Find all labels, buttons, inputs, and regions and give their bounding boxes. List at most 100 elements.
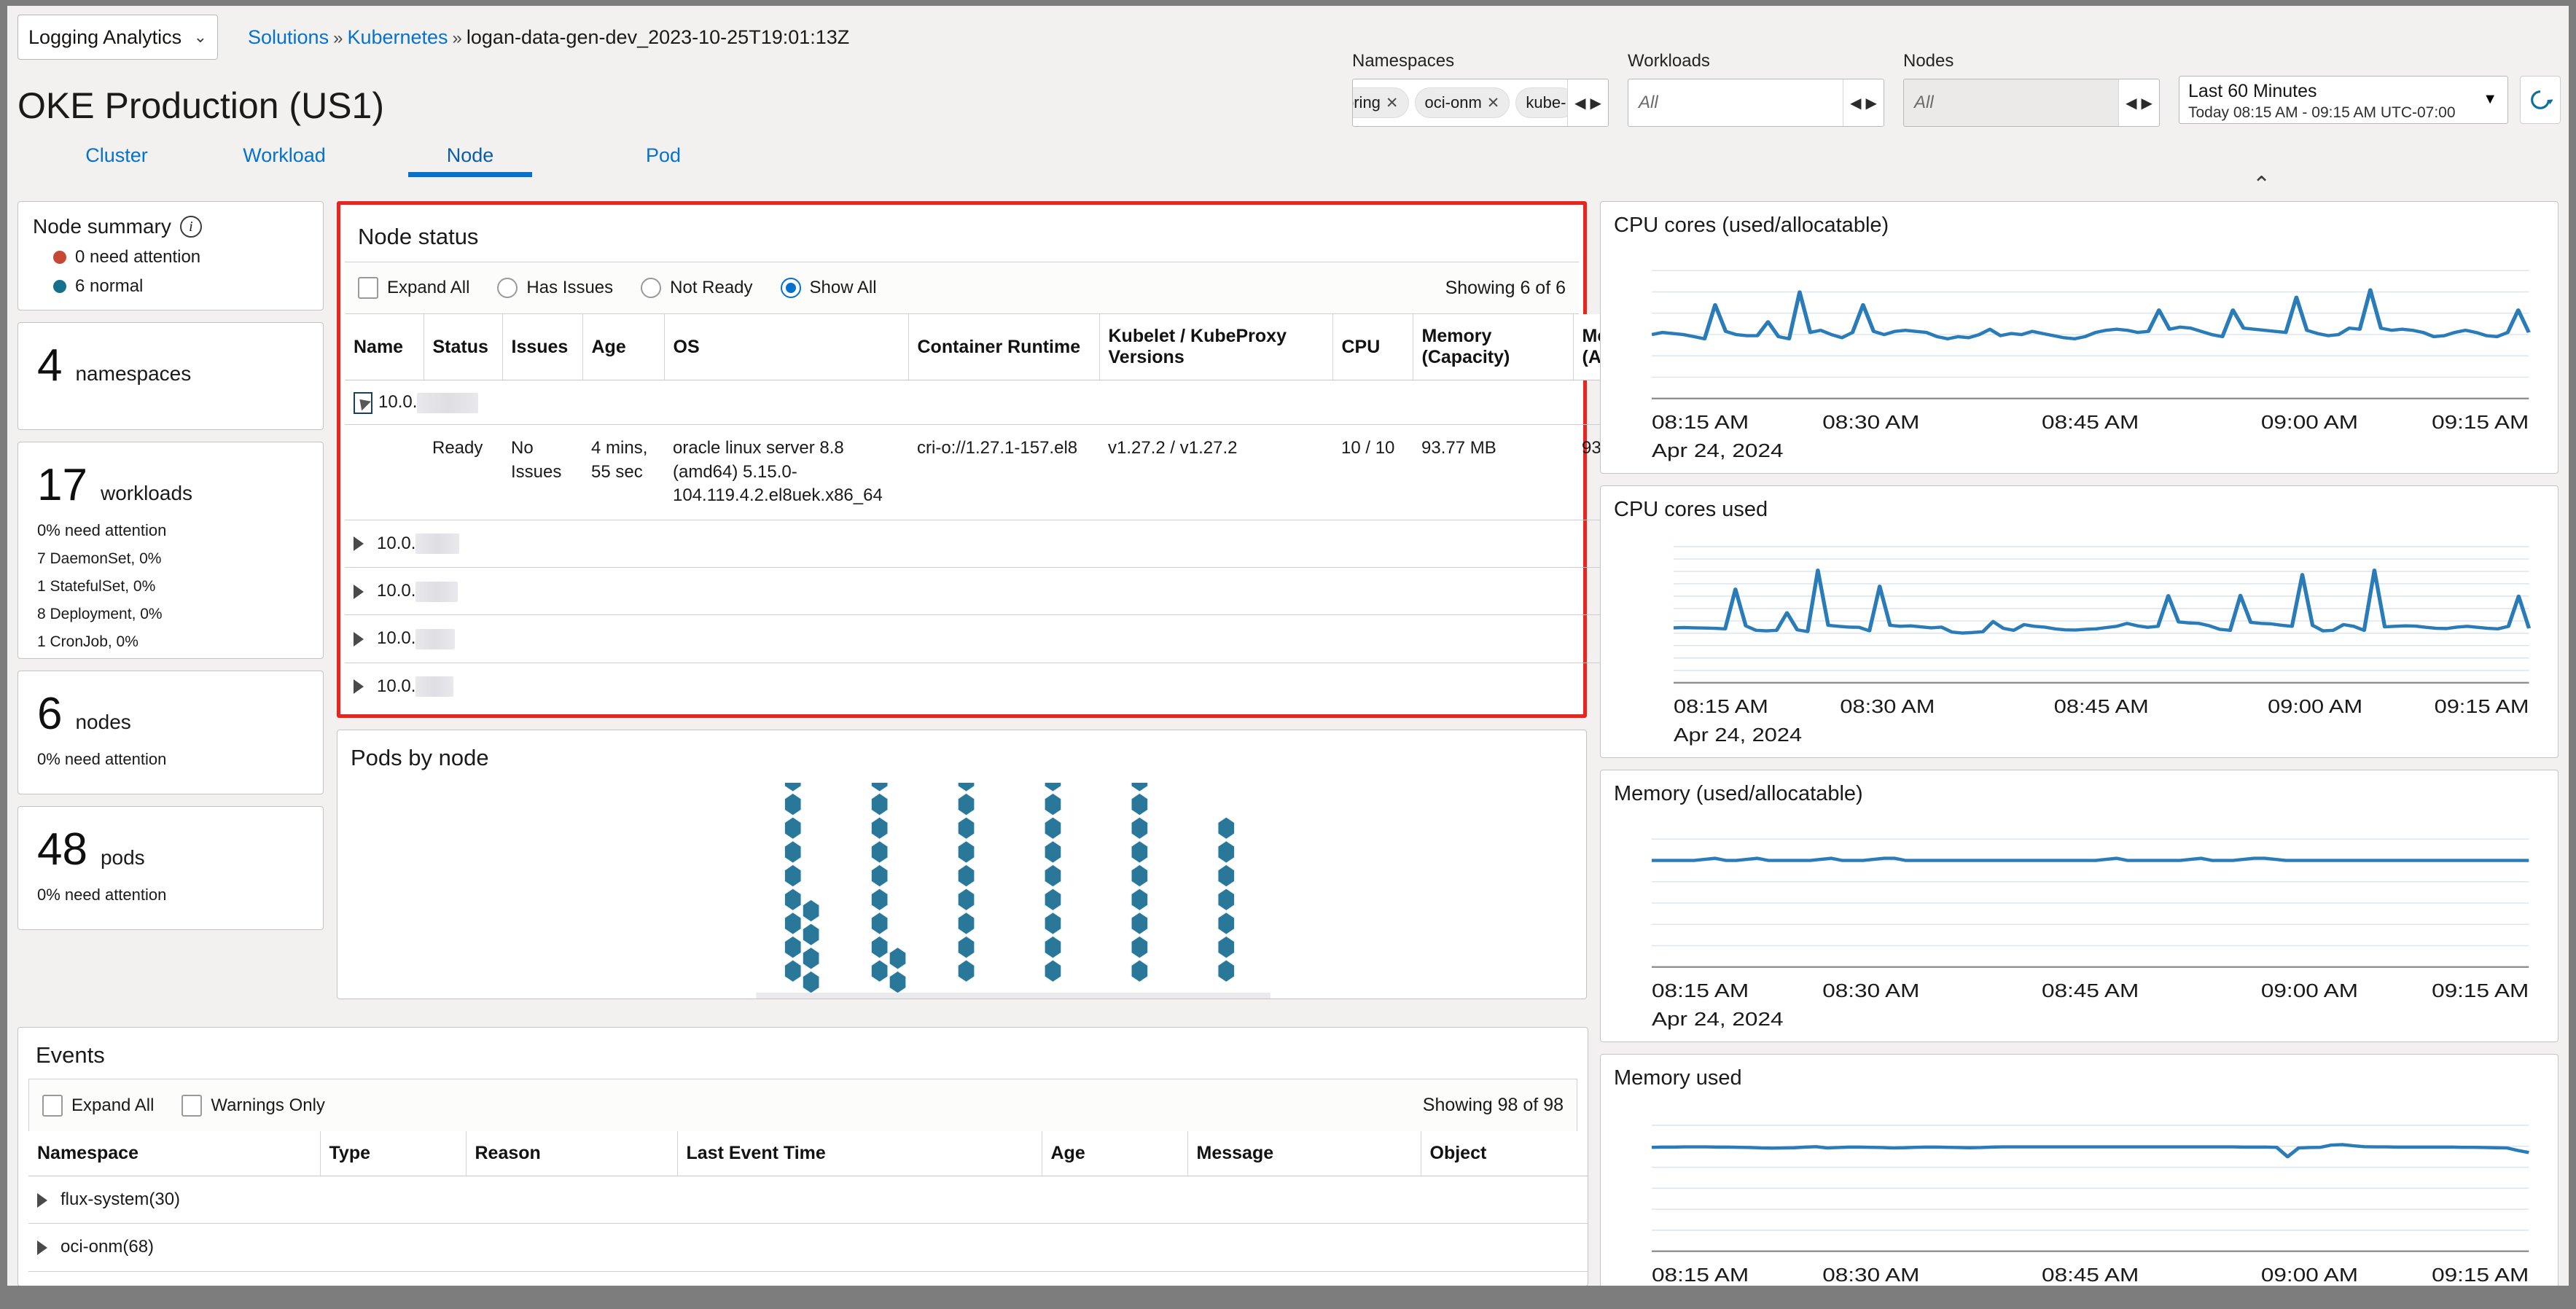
node-summary-attention-label: 0 need attention	[75, 247, 201, 267]
node-status-panel: Node status Expand All Has Issues Not Re…	[337, 201, 1741, 719]
workloads-breakdown-deployment: 8 Deployment, 0%	[37, 606, 163, 622]
chip-label: kube-	[1526, 93, 1566, 112]
node-summary-legend-attention: 0 need attention	[53, 247, 308, 267]
collapse-filters-chevron-up-icon[interactable]: ⌃	[2252, 172, 2271, 198]
nodes-card[interactable]: 6 nodes 0% need attention	[17, 671, 324, 794]
chart-title-cpu-ratio: CPU cores (used/allocatable)	[1614, 214, 1889, 237]
table-row[interactable]: flux-system(30)	[28, 1176, 1588, 1224]
namespace-chip[interactable]: itoring ✕	[1353, 87, 1409, 118]
pods-card[interactable]: 48 pods 0% need attention	[17, 806, 324, 930]
pods-count: 48	[37, 824, 87, 875]
chevron-right-icon[interactable]: ▶	[1866, 94, 1877, 112]
events-expand-all-checkbox[interactable]: Expand All	[42, 1094, 154, 1117]
tab-pod[interactable]: Pod	[612, 144, 714, 177]
radio-box	[641, 278, 662, 298]
column-memory-capacity[interactable]: Memory (Capacity)	[1413, 314, 1574, 380]
events-warnings-only-checkbox[interactable]: Warnings Only	[182, 1094, 325, 1117]
expand-all-checkbox[interactable]: Expand All	[358, 277, 469, 299]
column-cpu[interactable]: CPU	[1332, 314, 1413, 380]
filter-namespaces-input[interactable]: itoring✕ oci-onm✕ kube- ◀▶	[1352, 79, 1609, 127]
chevron-down-icon[interactable]: ▼	[2483, 91, 2497, 108]
application-selector[interactable]: Logging Analytics ⌄	[17, 15, 218, 60]
column-reason[interactable]: Reason	[466, 1131, 678, 1176]
workloads-scroller[interactable]: ◀ ▶	[1843, 79, 1884, 126]
svg-text:Apr 24, 2024: Apr 24, 2024	[1652, 441, 1784, 461]
filter-namespaces: Namespaces itoring✕ oci-onm✕ kube- ◀▶	[1352, 51, 1609, 127]
table-row[interactable]: 10.0.	[345, 614, 1741, 663]
column-last-event-time[interactable]: Last Event Time	[677, 1131, 1042, 1176]
nodes-scroller[interactable]: ◀ ▶	[2118, 79, 2159, 126]
column-event-age[interactable]: Age	[1042, 1131, 1188, 1176]
column-type[interactable]: Type	[320, 1131, 467, 1176]
tab-cluster[interactable]: Cluster	[58, 144, 175, 177]
chart-plot-memory-used[interactable]: 02M4M6M08:15 AM08:30 AM08:45 AM09:00 AM0…	[1611, 1100, 2536, 1286]
chevron-right-icon[interactable]: ▶	[1591, 94, 1601, 112]
nodes-attention: 0% need attention	[37, 750, 167, 768]
expand-row-icon[interactable]	[354, 679, 364, 695]
column-name[interactable]: Name	[345, 314, 424, 380]
has-issues-radio[interactable]: Has Issues	[497, 278, 613, 298]
close-icon[interactable]: ✕	[1386, 94, 1399, 112]
column-container-runtime[interactable]: Container Runtime	[908, 314, 1100, 380]
close-icon[interactable]: ✕	[1487, 94, 1500, 112]
workloads-count: 17	[37, 460, 87, 510]
pods-label: pods	[100, 846, 145, 869]
breadcrumb-kubernetes[interactable]: Kubernetes	[347, 26, 448, 48]
chart-card-memory-ratio: Memory (used/allocatable) 0.00.40.81.208…	[1600, 770, 2559, 1042]
table-row[interactable]: oci-onm(68)	[28, 1223, 1588, 1272]
tab-node[interactable]: Node	[408, 144, 532, 177]
chevron-left-icon[interactable]: ◀	[2126, 94, 2136, 112]
workloads-breakdown-daemonset: 7 DaemonSet, 0%	[37, 550, 162, 567]
expand-row-icon[interactable]	[354, 632, 364, 646]
breadcrumb-solutions[interactable]: Solutions	[248, 26, 329, 48]
svg-text:08:45 AM: 08:45 AM	[2054, 695, 2149, 716]
filter-workloads-input[interactable]: All ◀ ▶	[1628, 79, 1884, 127]
refresh-button[interactable]	[2520, 76, 2561, 124]
expand-row-icon[interactable]	[354, 536, 364, 552]
column-issues[interactable]: Issues	[502, 314, 583, 380]
node-status-title: Node status	[358, 224, 479, 249]
expand-row-icon[interactable]	[354, 584, 364, 599]
chart-plot-cpu-used[interactable]: 0100M200M300M400M500M08:15 AM08:30 AM08:…	[1609, 531, 2536, 746]
table-row[interactable]: 10.0.	[345, 520, 1741, 568]
time-range-selector[interactable]: Last 60 Minutes Today 08:15 AM - 09:15 A…	[2179, 76, 2508, 124]
chevron-down-icon: ⌄	[193, 28, 207, 46]
show-all-radio[interactable]: Show All	[780, 278, 877, 298]
tab-node-label: Node	[446, 144, 494, 166]
chart-plot-memory-ratio[interactable]: 0.00.40.81.208:15 AM08:30 AM08:45 AM09:0…	[1611, 816, 2536, 1030]
column-namespace[interactable]: Namespace	[28, 1131, 321, 1176]
workloads-card[interactable]: 17 workloads 0% need attention 7 DaemonS…	[17, 442, 324, 659]
pods-by-node-chart[interactable]	[337, 769, 1586, 1012]
chevron-right-icon[interactable]: ▶	[2142, 94, 2152, 112]
node-name-prefix: 10.0.	[377, 533, 416, 553]
column-object[interactable]: Object	[1421, 1131, 1588, 1176]
collapse-row-icon[interactable]	[354, 391, 372, 414]
chart-plot-cpu-ratio[interactable]: 0.00.40.81.208:15 AM08:30 AM08:45 AM09:0…	[1611, 247, 2536, 461]
column-message[interactable]: Message	[1187, 1131, 1421, 1176]
table-row[interactable]: 10.0.	[345, 567, 1741, 616]
info-icon[interactable]: i	[179, 216, 202, 238]
application-selector-label: Logging Analytics	[28, 26, 182, 48]
column-kubelet-versions[interactable]: Kubelet / KubeProxy Versions	[1099, 314, 1333, 380]
chevron-left-icon[interactable]: ◀	[1850, 94, 1861, 112]
cell-cpu: 10 / 10	[1332, 424, 1413, 520]
svg-text:08:30 AM: 08:30 AM	[1822, 981, 1919, 1001]
radio-box-selected	[780, 278, 801, 298]
redacted-node-name	[415, 534, 460, 555]
namespace-chip[interactable]: oci-onm ✕	[1414, 87, 1510, 118]
table-row[interactable]: 10.0.	[345, 380, 1741, 426]
chevron-left-icon[interactable]: ◀	[1574, 94, 1585, 112]
tab-workload[interactable]: Workload	[219, 144, 350, 177]
table-row[interactable]: 10.0.	[345, 663, 1741, 710]
expand-row-icon[interactable]	[37, 1192, 47, 1208]
filter-nodes-input[interactable]: All ◀ ▶	[1903, 79, 2160, 127]
column-age[interactable]: Age	[582, 314, 665, 380]
not-ready-radio[interactable]: Not Ready	[641, 278, 753, 298]
column-os[interactable]: OS	[664, 314, 909, 380]
svg-text:08:45 AM: 08:45 AM	[2042, 981, 2139, 1001]
namespace-chip-scroller[interactable]: ◀ ▶	[1567, 79, 1608, 126]
column-status[interactable]: Status	[424, 314, 503, 380]
pods-attention: 0% need attention	[37, 886, 167, 904]
expand-row-icon[interactable]	[37, 1240, 47, 1256]
namespaces-card[interactable]: 4 namespaces	[17, 322, 324, 430]
